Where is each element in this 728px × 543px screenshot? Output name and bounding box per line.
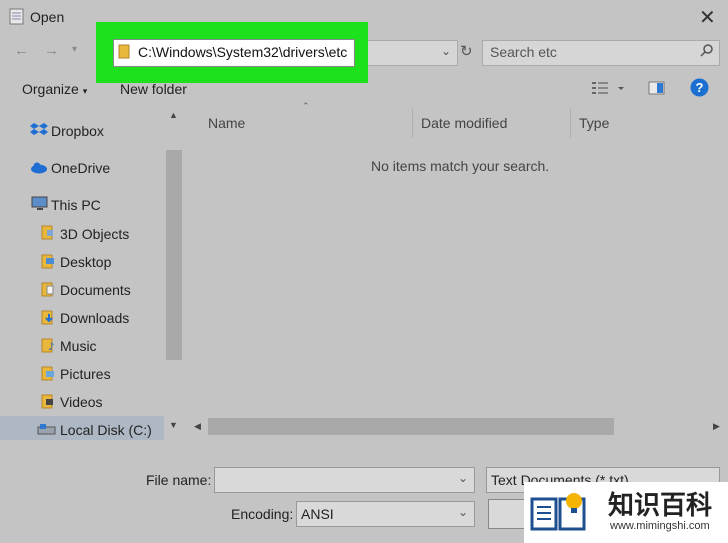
folder-icon [41, 253, 57, 274]
svg-text:♪: ♪ [48, 342, 54, 353]
nav-item-3d-objects[interactable]: 3D Objects [60, 226, 129, 242]
nav-item-videos[interactable]: Videos [60, 394, 103, 410]
file-name-input[interactable]: ⌄ [214, 467, 475, 493]
encoding-select[interactable]: ANSI ⌄ [296, 501, 475, 527]
nav-item-this-pc[interactable]: This PC [51, 197, 101, 213]
navigation-pane [0, 104, 184, 438]
notepad-icon [9, 7, 25, 25]
nav-item-pictures[interactable]: Pictures [60, 366, 111, 382]
help-icon[interactable]: ? [690, 78, 709, 102]
preview-pane-icon[interactable] [648, 80, 666, 101]
drive-icon [37, 422, 57, 441]
nav-item-desktop[interactable]: Desktop [60, 254, 111, 270]
column-divider[interactable] [412, 108, 413, 138]
address-dropdown-icon[interactable]: ⌄ [441, 44, 451, 58]
file-name-label: File name: [146, 472, 212, 488]
folder-icon [118, 43, 132, 64]
forward-arrow-icon[interactable]: → [44, 42, 59, 59]
scroll-left-icon[interactable]: ◀ [194, 421, 201, 432]
search-input[interactable]: Search etc [490, 44, 557, 60]
svg-text:?: ? [696, 80, 704, 95]
nav-item-documents[interactable]: Documents [60, 282, 131, 298]
folder-icon [41, 365, 57, 386]
watermark-url: www.mimingshi.com [610, 520, 710, 532]
scroll-up-icon[interactable]: ▲ [169, 110, 178, 120]
chevron-down-icon[interactable]: ⌄ [458, 471, 468, 485]
column-type[interactable]: Type [579, 115, 609, 131]
close-icon[interactable]: ✕ [699, 5, 716, 30]
nav-item-local-disk[interactable]: Local Disk (C:) [60, 422, 152, 438]
folder-icon [41, 281, 57, 302]
encoding-label: Encoding: [231, 506, 294, 522]
book-bulb-icon [530, 487, 592, 542]
organize-button[interactable]: Organize ▾ [22, 81, 87, 97]
sort-indicator-icon: ⌃ [302, 101, 310, 111]
cloud-icon [30, 161, 48, 179]
encoding-value: ANSI [301, 506, 334, 522]
column-name[interactable]: Name [208, 115, 245, 131]
computer-icon [31, 196, 49, 217]
organize-chevron-icon: ▾ [82, 86, 88, 96]
address-path: C:\Windows\System32\drivers\etc [138, 44, 348, 60]
nav-item-onedrive[interactable]: OneDrive [51, 160, 110, 176]
column-date-modified[interactable]: Date modified [421, 115, 507, 131]
folder-icon [41, 224, 57, 245]
recent-chevron-icon[interactable]: ▾ [72, 44, 77, 55]
window-title: Open [30, 9, 65, 25]
nav-item-downloads[interactable]: Downloads [60, 310, 129, 326]
folder-icon [41, 393, 57, 414]
scroll-down-icon[interactable]: ▼ [169, 420, 178, 430]
scroll-right-icon[interactable]: ▶ [713, 421, 720, 432]
column-divider[interactable] [570, 108, 571, 138]
watermark-text: 知识百科 [608, 491, 713, 521]
nav-item-music[interactable]: Music [60, 338, 97, 354]
empty-message: No items match your search. [371, 158, 550, 174]
new-folder-button[interactable]: New folder [120, 81, 187, 97]
nav-item-dropbox[interactable]: Dropbox [51, 123, 104, 139]
chevron-down-icon[interactable]: ⌄ [458, 505, 468, 519]
dropbox-icon [30, 121, 48, 142]
search-icon[interactable] [700, 43, 714, 62]
refresh-icon[interactable]: ↻ [460, 42, 473, 60]
back-arrow-icon[interactable]: ← [14, 42, 29, 59]
nav-scroll-thumb[interactable] [166, 150, 182, 360]
folder-icon [41, 309, 57, 330]
folder-icon: ♪ [41, 337, 57, 358]
horizontal-scroll-thumb[interactable] [208, 418, 614, 435]
view-options-icon[interactable] [591, 80, 627, 101]
organize-label: Organize [22, 81, 79, 97]
